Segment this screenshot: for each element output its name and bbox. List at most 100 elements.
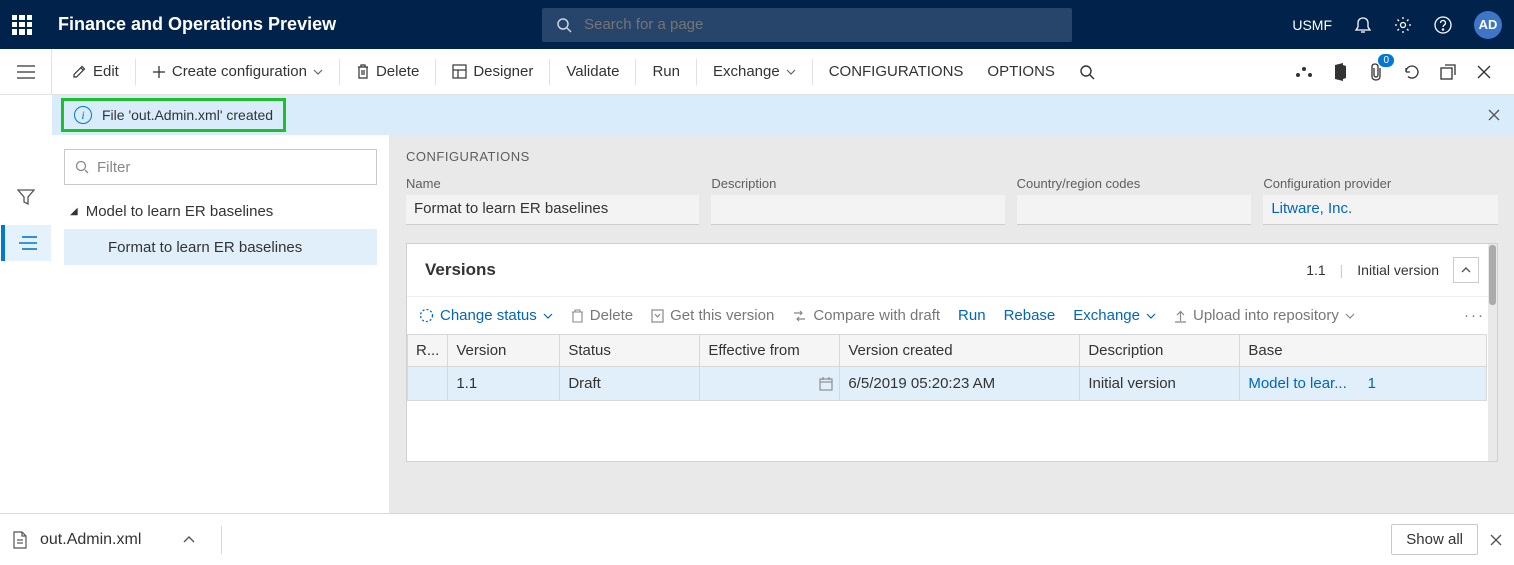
tree-parent-node[interactable]: ◢ Model to learn ER baselines [64, 193, 377, 229]
filter-rail-icon[interactable] [1, 179, 51, 215]
versions-title: Versions [425, 260, 496, 280]
col-version[interactable]: Version [448, 335, 560, 367]
versions-summary-desc: Initial version [1357, 262, 1439, 278]
field-country-value[interactable] [1017, 195, 1252, 225]
notification-bar: i File 'out.Admin.xml' created [52, 95, 1514, 135]
bottom-close-icon[interactable] [1490, 534, 1502, 546]
col-base[interactable]: Base [1240, 335, 1487, 367]
gear-icon[interactable] [1394, 16, 1412, 34]
notification-row: i File 'out.Admin.xml' created [0, 95, 1514, 135]
field-description-value[interactable] [711, 195, 1004, 225]
chevron-down-icon [1146, 313, 1156, 319]
bottom-filename[interactable]: out.Admin.xml [40, 531, 141, 549]
chevron-down-icon [313, 69, 323, 75]
show-all-button[interactable]: Show all [1391, 524, 1478, 555]
notification-highlight: i File 'out.Admin.xml' created [61, 98, 286, 132]
attachments-icon[interactable]: 0 [1366, 62, 1386, 82]
validate-button[interactable]: Validate [554, 49, 631, 95]
caret-down-icon: ◢ [70, 206, 78, 217]
exchange-button[interactable]: Exchange [701, 49, 808, 95]
versions-summary-version: 1.1 [1306, 262, 1325, 278]
left-rail [0, 135, 52, 513]
versions-exchange-button[interactable]: Exchange [1073, 307, 1156, 324]
versions-toolbar: Change status Delete Get this version Co… [407, 296, 1497, 334]
chevron-down-icon [543, 313, 553, 319]
versions-run-button[interactable]: Run [958, 307, 986, 324]
trash-icon [356, 64, 370, 79]
cell-description[interactable]: Initial version [1080, 367, 1240, 401]
run-button[interactable]: Run [640, 49, 692, 95]
versions-panel: Versions 1.1 | Initial version Change st… [406, 243, 1498, 462]
content-area: CONFIGURATIONS Name Format to learn ER b… [390, 135, 1514, 513]
global-search[interactable] [542, 8, 1072, 42]
get-version-button[interactable]: Get this version [651, 307, 774, 324]
toolbar-search-icon[interactable] [1067, 49, 1107, 95]
bell-icon[interactable] [1354, 16, 1372, 34]
scrollbar[interactable] [1488, 244, 1497, 461]
chevron-up-icon[interactable] [1453, 257, 1479, 283]
info-icon: i [74, 106, 92, 124]
pencil-icon [72, 64, 87, 79]
delete-button[interactable]: Delete [344, 49, 431, 95]
main-area: Filter ◢ Model to learn ER baselines For… [0, 135, 1514, 513]
app-title: Finance and Operations Preview [58, 14, 336, 35]
cell-r[interactable] [408, 367, 448, 401]
calendar-icon[interactable] [819, 377, 833, 391]
upload-icon [1174, 309, 1187, 323]
edit-button[interactable]: Edit [60, 49, 131, 95]
sidebar-filter[interactable]: Filter [64, 149, 377, 185]
chevron-up-icon[interactable] [183, 536, 195, 543]
action-toolbar: Edit Create configuration Delete Designe… [0, 49, 1514, 95]
trash-icon [571, 309, 584, 323]
create-configuration-button[interactable]: Create configuration [140, 49, 335, 95]
configurations-tab[interactable]: CONFIGURATIONS [817, 49, 976, 95]
notification-message: File 'out.Admin.xml' created [102, 107, 273, 123]
field-name-value[interactable]: Format to learn ER baselines [406, 195, 699, 225]
refresh-icon[interactable] [1402, 62, 1422, 82]
bottom-bar: out.Admin.xml Show all [0, 513, 1514, 565]
sidebar: Filter ◢ Model to learn ER baselines For… [52, 135, 390, 513]
table-row[interactable]: 1.1 Draft 6/5/2019 05:20:23 AM Initial v… [408, 367, 1487, 401]
notification-close-icon[interactable] [1488, 109, 1500, 121]
change-status-button[interactable]: Change status [419, 307, 553, 324]
tree-child-node[interactable]: Format to learn ER baselines [64, 229, 377, 265]
cell-version[interactable]: 1.1 [448, 367, 560, 401]
search-icon [75, 160, 89, 174]
cell-effective[interactable] [700, 367, 840, 401]
col-r[interactable]: R... [408, 335, 448, 367]
app-launcher-icon[interactable] [12, 15, 32, 35]
close-icon[interactable] [1474, 62, 1494, 82]
col-description[interactable]: Description [1080, 335, 1240, 367]
company-selector[interactable]: USMF [1292, 17, 1332, 33]
versions-grid: R... Version Status Effective from Versi… [407, 334, 1487, 401]
col-status[interactable]: Status [560, 335, 700, 367]
versions-delete-button[interactable]: Delete [571, 307, 633, 324]
cell-status[interactable]: Draft [560, 367, 700, 401]
insights-icon[interactable] [1294, 62, 1314, 82]
chevron-down-icon [1345, 313, 1355, 319]
status-icon [419, 308, 434, 323]
user-avatar[interactable]: AD [1474, 11, 1502, 39]
compare-icon [792, 309, 807, 323]
search-icon [556, 17, 572, 33]
popout-icon[interactable] [1438, 62, 1458, 82]
cell-created[interactable]: 6/5/2019 05:20:23 AM [840, 367, 1080, 401]
compare-button[interactable]: Compare with draft [792, 307, 940, 324]
col-created[interactable]: Version created [840, 335, 1080, 367]
rebase-button[interactable]: Rebase [1004, 307, 1056, 324]
section-title: CONFIGURATIONS [406, 149, 1498, 164]
chevron-down-icon [786, 69, 796, 75]
upload-button[interactable]: Upload into repository [1174, 307, 1355, 324]
cell-base[interactable]: Model to lear... 1 [1240, 367, 1487, 401]
col-effective[interactable]: Effective from [700, 335, 840, 367]
nav-toggle[interactable] [0, 49, 52, 94]
options-tab[interactable]: OPTIONS [975, 49, 1067, 95]
designer-button[interactable]: Designer [440, 49, 545, 95]
list-rail-icon[interactable] [1, 225, 51, 261]
more-icon[interactable]: ··· [1464, 307, 1485, 324]
designer-icon [452, 64, 467, 79]
office-icon[interactable] [1330, 62, 1350, 82]
search-input[interactable] [584, 16, 1058, 33]
help-icon[interactable] [1434, 16, 1452, 34]
field-provider-value[interactable]: Litware, Inc. [1263, 195, 1498, 225]
